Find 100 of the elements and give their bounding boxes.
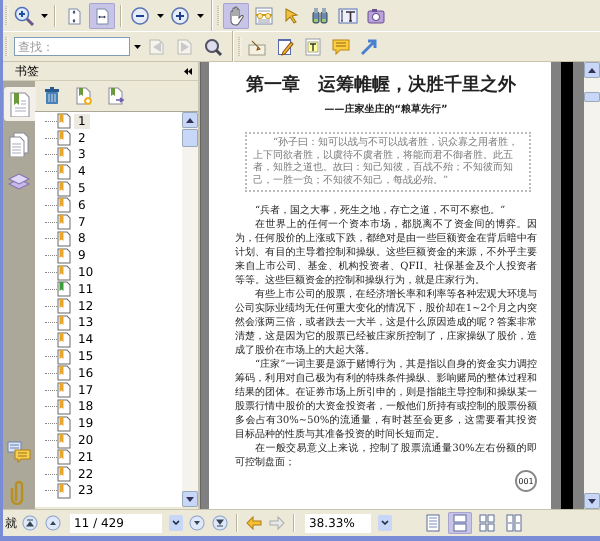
bookmark-item[interactable]: 5	[45, 180, 182, 197]
bookmarks-tab[interactable]	[4, 87, 36, 121]
scrollbar-thumb[interactable]	[584, 92, 600, 102]
search-field[interactable]: 查找：	[14, 37, 130, 56]
bookmark-label: 22	[77, 466, 94, 482]
bookmark-icon	[57, 332, 71, 348]
grip-icon	[217, 4, 221, 26]
fit-width-button[interactable]	[89, 2, 115, 28]
zoom-field[interactable]: 38.33%	[305, 514, 371, 532]
magnifier-plus-icon	[14, 6, 34, 26]
bookmark-icon	[57, 449, 71, 466]
bookmark-icon	[57, 398, 71, 415]
bookmark-label: 10	[77, 265, 94, 280]
body-paragraph: “兵者，国之大事，死生之地，存亡之道，不可不察也。”	[254, 204, 506, 218]
bookmark-item[interactable]: 20	[45, 432, 182, 449]
up-arrow-icon	[186, 118, 194, 122]
bookmark-item[interactable]: 4	[45, 163, 182, 180]
diagonal-arrow-icon	[359, 36, 379, 56]
next-page-button[interactable]	[187, 513, 207, 533]
single-page-icon	[424, 514, 442, 532]
bookmark-label: 2	[77, 130, 87, 146]
scrollbar-thumb[interactable]	[182, 129, 198, 147]
bookmark-item[interactable]: 2	[45, 130, 182, 147]
bookmark-icon	[57, 314, 71, 331]
bookmark-arrow-icon	[106, 86, 126, 106]
chapter-subtitle: ——庄家坐庄的“粮草先行”	[323, 102, 449, 116]
bookmark-item[interactable]: 23	[45, 482, 182, 500]
grip-icon	[5, 36, 9, 58]
previous-page-button[interactable]	[43, 513, 63, 533]
bookmark-item[interactable]: 18	[45, 398, 182, 416]
caret-icon	[134, 44, 140, 48]
bookmark-item[interactable]: 9	[45, 247, 182, 264]
bookmark-item[interactable]: 19	[45, 415, 182, 432]
bookmark-label: 17	[77, 382, 94, 398]
scrollbar[interactable]	[182, 112, 198, 507]
collapse-panel-button[interactable]	[184, 68, 192, 74]
bookmark-item[interactable]: 1	[45, 113, 182, 130]
bookmark-label: 20	[77, 433, 94, 448]
scrollbar[interactable]	[584, 62, 600, 509]
bookmark-icon	[57, 130, 71, 146]
search-icon	[203, 36, 223, 56]
bookmark-label: 21	[77, 450, 94, 465]
bookmark-item[interactable]: 10	[45, 264, 182, 281]
bookmark-item[interactable]: 12	[45, 298, 182, 315]
glasses-page-icon	[254, 6, 274, 26]
bookmark-icon	[57, 214, 71, 230]
bookmark-icon	[57, 164, 71, 180]
bookmark-label: 6	[77, 198, 87, 213]
hand-button[interactable]	[223, 2, 249, 28]
bookmark-item[interactable]: 21	[45, 448, 182, 466]
bookmark-icon	[57, 146, 71, 163]
facing-pages-icon	[478, 514, 496, 532]
trash-icon	[42, 86, 62, 106]
right-arrow-icon	[269, 515, 285, 531]
bookmark-item[interactable]: 17	[45, 382, 182, 399]
bookmark-label: 9	[77, 248, 87, 264]
bookmark-item[interactable]: 8	[45, 230, 182, 248]
bookmark-item[interactable]: 16	[45, 364, 182, 382]
minus-circle-icon	[130, 6, 150, 26]
continuous-view-button[interactable]	[448, 512, 472, 534]
bookmark-icon	[57, 348, 71, 365]
caret-icon	[40, 14, 48, 18]
epigraph-quote: “孙子曰：知可以战与不可以战者胜，识众寡之用者胜，上下同欲者胜，以虞待不虞者胜，将能而君不御者胜。此五者，知胜之道也。故曰：知己知彼，百战不殆；不知彼而知己，一胜一负；不知彼不知己，每战必殆。”	[245, 132, 531, 192]
bookmark-item[interactable]: 6	[45, 196, 182, 214]
back-button[interactable]	[244, 513, 264, 533]
bookmark-item[interactable]: 11	[45, 280, 182, 298]
bookmark-item[interactable]: 14	[45, 331, 182, 348]
grip-icon	[238, 36, 242, 58]
bookmark-item[interactable]: 22	[45, 466, 182, 483]
left-arrow-icon	[246, 515, 262, 531]
bookmark-icon	[57, 197, 71, 214]
bookmark-icon	[57, 264, 71, 281]
up-arrow-icon	[588, 68, 596, 72]
bookmark-item[interactable]: 13	[45, 314, 182, 332]
new-bookmark-icon	[74, 86, 94, 106]
bookmark-icon	[57, 298, 71, 314]
last-page-button[interactable]	[210, 513, 230, 533]
bookmark-label: 23	[77, 483, 94, 498]
speech-bubble-icon	[331, 36, 351, 56]
first-page-button[interactable]	[20, 513, 40, 533]
double-left-arrow-icon	[184, 68, 192, 74]
status-text: 就	[5, 514, 17, 532]
bookmark-label: 5	[77, 181, 87, 196]
bookmark-label: 11	[77, 282, 94, 297]
bookmark-label: 12	[77, 298, 94, 314]
bookmark-icon	[57, 382, 71, 398]
bookmark-item[interactable]: 3	[45, 146, 182, 164]
zoom-dropdown-button[interactable]	[378, 515, 392, 531]
page-dropdown-button[interactable]	[169, 515, 183, 531]
bookmark-icon	[57, 482, 71, 499]
bookmark-label: 19	[77, 416, 94, 432]
bookmark-item[interactable]: 15	[45, 348, 182, 365]
caret-icon	[156, 14, 164, 18]
notepad-pencil-icon	[275, 36, 295, 56]
bookmark-item[interactable]: 7	[45, 214, 182, 231]
page-number-field[interactable]: 11 / 429	[70, 514, 162, 532]
bookmark-icon	[57, 466, 71, 482]
grip-icon	[5, 4, 9, 26]
body-paragraph: 在一般交易意义上来说，控制了股票流通量30%左右份额的即可控制盘面；	[235, 442, 537, 470]
bookmark-label: 7	[77, 214, 87, 230]
